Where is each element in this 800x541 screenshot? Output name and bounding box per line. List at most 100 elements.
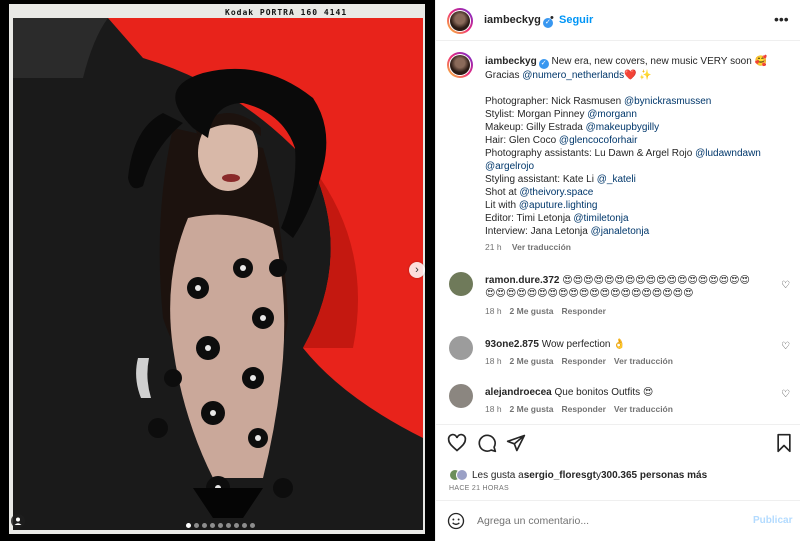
- more-options-icon[interactable]: •••: [774, 11, 789, 27]
- caption-meta: 21 h Ver traducción: [485, 241, 789, 254]
- commenter-username[interactable]: 93one2.875: [485, 339, 539, 350]
- caption-line: Editor: Timi Letonja @timiletonja: [485, 212, 789, 225]
- commenter-username[interactable]: alejandroecea: [485, 387, 552, 398]
- comment-like-heart-icon[interactable]: ♡: [781, 389, 790, 400]
- comment-input[interactable]: [477, 512, 737, 530]
- post-details-panel: iambeckyg ✓ • Seguir ••• iambeckyg ✓ New e…: [435, 0, 800, 541]
- reply-button[interactable]: Responder: [561, 404, 605, 414]
- mention-link[interactable]: @janaletonja: [591, 226, 650, 237]
- caption-text-segment: Stylist: Morgan Pinney: [485, 109, 588, 120]
- carousel-dot: [218, 523, 223, 528]
- caption-text-segment: Interview: Jana Letonja: [485, 226, 591, 237]
- instagram-post-modal: Kodak PORTRA 160 4141 › iambeckyg ✓ • Se…: [0, 0, 800, 541]
- carousel-dot: [194, 523, 199, 528]
- comment-likes[interactable]: 2 Me gusta: [510, 306, 554, 316]
- see-translation-link[interactable]: Ver traducción: [614, 356, 673, 366]
- mention-link[interactable]: @argelrojo: [485, 161, 534, 172]
- caption-line: Hair: Glen Coco @glencocoforhair: [485, 134, 789, 147]
- carousel-dot: [250, 523, 255, 528]
- comment-likes[interactable]: 2 Me gusta: [510, 404, 554, 414]
- caption-text-segment: Styling assistant: Kate Li: [485, 174, 597, 185]
- see-translation-link[interactable]: Ver traducción: [512, 242, 571, 252]
- author-avatar[interactable]: [447, 8, 473, 34]
- caption-line: Photography assistants: Lu Dawn & Argel …: [485, 147, 789, 160]
- author-username[interactable]: iambeckyg ✓: [484, 14, 553, 28]
- caption-line: Lit with @aputure.lighting: [485, 199, 789, 212]
- comment-time[interactable]: 18 h: [485, 404, 502, 414]
- mention-link[interactable]: @timiletonja: [573, 213, 628, 224]
- commenter-avatar[interactable]: [449, 384, 473, 408]
- comment-like-heart-icon[interactable]: ♡: [781, 280, 790, 291]
- comment-meta: 18 h 2 Me gusta Responder: [485, 306, 614, 316]
- tagged-users-icon[interactable]: [11, 514, 25, 528]
- carousel-dot: [202, 523, 207, 528]
- author-username-text[interactable]: iambeckyg: [484, 14, 541, 26]
- caption-time[interactable]: 21 h: [485, 242, 502, 252]
- caption-text: iambeckyg ✓ New era, new covers, new musi…: [485, 55, 789, 238]
- likes-prefix: Les gusta a: [472, 469, 524, 481]
- carousel-dot: [234, 523, 239, 528]
- comment-meta: 18 h 2 Me gusta Responder Ver traducción: [485, 404, 681, 414]
- add-comment-bar: Publicar: [436, 500, 800, 541]
- caption-username[interactable]: iambeckyg: [485, 56, 537, 67]
- next-slide-button[interactable]: ›: [409, 262, 425, 278]
- photo-illustration: [13, 18, 423, 530]
- comment-likes[interactable]: 2 Me gusta: [510, 356, 554, 366]
- reply-button[interactable]: Responder: [561, 306, 605, 316]
- caption-line: Photographer: Nick Rasmusen @bynickrasmu…: [485, 95, 789, 108]
- comment-meta: 18 h 2 Me gusta Responder Ver traducción: [485, 356, 681, 366]
- header-separator: •: [550, 12, 554, 24]
- save-bookmark-icon[interactable]: [774, 433, 794, 453]
- mention-link[interactable]: @_kateli: [597, 174, 636, 185]
- caption-line: Gracias @numero_netherlands❤️ ✨: [485, 69, 789, 82]
- mention-link[interactable]: @morgann: [587, 109, 637, 120]
- caption-text-segment: Hair: Glen Coco: [485, 135, 559, 146]
- see-translation-link[interactable]: Ver traducción: [614, 404, 673, 414]
- film-edge-text: Kodak PORTRA 160 4141: [225, 8, 348, 17]
- liker-username[interactable]: sergio_floresgt: [524, 470, 596, 481]
- caption-line: Styling assistant: Kate Li @_kateli: [485, 173, 789, 186]
- caption-line: Shot at @theivory.space: [485, 186, 789, 199]
- follow-button[interactable]: Seguir: [559, 14, 593, 26]
- commenter-username[interactable]: ramon.dure.372: [485, 275, 559, 286]
- mention-link[interactable]: @theivory.space: [519, 187, 593, 198]
- comment-like-heart-icon[interactable]: ♡: [781, 341, 790, 352]
- comment-content-cont: 😍😍😍😍😍😍😍😍😍😍😍😍😍😍😍😍😍😍😍😍: [485, 288, 694, 299]
- mention-link[interactable]: @bynickrasmussen: [624, 96, 711, 107]
- caption-text-segment: Lit with: [485, 200, 519, 211]
- comment-content: Wow perfection 👌: [541, 339, 626, 350]
- post-header: iambeckyg ✓ • Seguir •••: [436, 0, 800, 41]
- commenter-avatar[interactable]: [449, 272, 473, 296]
- mention-link[interactable]: @numero_netherlands: [522, 70, 624, 81]
- caption-text-segment: ❤️ ✨: [624, 70, 652, 81]
- comment-time[interactable]: 18 h: [485, 306, 502, 316]
- comment-content: Que bonitos Outfits 😍: [554, 387, 654, 398]
- liker-avatar[interactable]: [456, 469, 468, 481]
- caption-text-segment: Makeup: Gilly Estrada: [485, 122, 586, 133]
- carousel-indicator: [186, 523, 255, 528]
- share-send-icon[interactable]: [506, 433, 526, 453]
- likes-count[interactable]: 300.365 personas más: [601, 470, 707, 481]
- emoji-picker-icon[interactable]: [447, 512, 465, 530]
- publish-comment-button[interactable]: Publicar: [753, 515, 792, 526]
- mention-link[interactable]: @glencocoforhair: [559, 135, 638, 146]
- comment-text: 93one2.875 Wow perfection 👌: [485, 338, 775, 351]
- reply-button[interactable]: Responder: [561, 356, 605, 366]
- mention-link[interactable]: @ludawndawn: [695, 148, 761, 159]
- mention-link[interactable]: @makeupbygilly: [586, 122, 660, 133]
- comment-time[interactable]: 18 h: [485, 356, 502, 366]
- likes-summary: Les gusta a sergio_floresgt y 300.365 pe…: [449, 468, 707, 482]
- post-timestamp[interactable]: HACE 21 HORAS: [449, 485, 509, 492]
- caption-line: [485, 82, 789, 95]
- caption-author-avatar[interactable]: [447, 52, 473, 78]
- caption-line: Interview: Jana Letonja @janaletonja: [485, 225, 789, 238]
- caption-text-segment: New era, new covers, new music VERY soon…: [551, 56, 767, 67]
- commenter-avatar[interactable]: [449, 336, 473, 360]
- post-photo: Kodak PORTRA 160 4141: [9, 4, 425, 534]
- comment-bubble-icon[interactable]: [477, 433, 497, 453]
- mention-link[interactable]: @aputure.lighting: [519, 200, 598, 211]
- like-heart-icon[interactable]: [447, 433, 467, 453]
- carousel-dot: [210, 523, 215, 528]
- comment-content: 😍😍😍😍😍😍😍😍😍😍😍😍😍😍😍😍😍😍: [562, 275, 750, 286]
- comment-text: alejandroecea Que bonitos Outfits 😍: [485, 386, 775, 399]
